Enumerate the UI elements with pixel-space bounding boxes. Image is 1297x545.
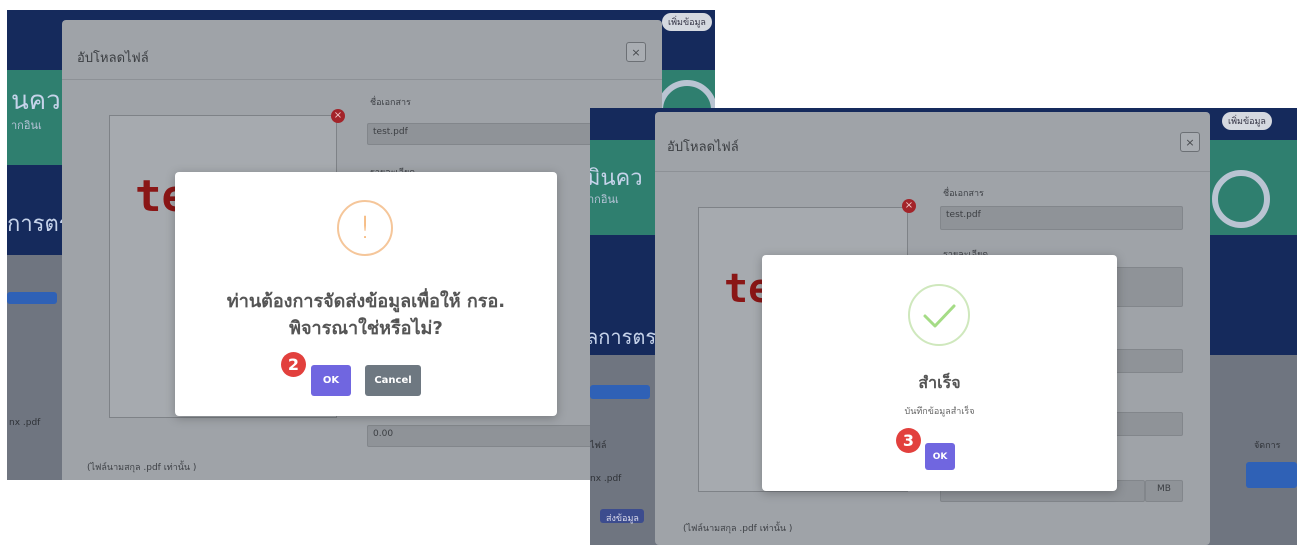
table-side-label: ไฟล์	[590, 441, 607, 451]
upload-modal-header	[62, 20, 662, 80]
remove-file-icon[interactable]: ×	[902, 199, 916, 213]
confirm-dialog: ! ท่านต้องการจัดส่งข้อมูลเพื่อให้ กรอ. พ…	[175, 172, 557, 416]
warning-icon: !	[337, 200, 393, 256]
remove-file-icon[interactable]: ×	[331, 109, 345, 123]
banner-subtitle-fragment: ากอินเ	[590, 193, 619, 206]
filename-input[interactable]: test.pdf	[367, 123, 607, 145]
filename-input[interactable]: test.pdf	[940, 206, 1183, 230]
success-dialog-message: บันทึกข้อมูลสำเร็จ	[904, 407, 975, 417]
ok-button[interactable]: OK	[925, 443, 955, 470]
banner-subtitle-fragment: ากอินเ	[11, 119, 42, 132]
table-row-filename: nx .pdf	[590, 474, 622, 484]
table-action-button[interactable]	[590, 385, 650, 399]
upload-modal-title: อัปโหลดไฟล์	[77, 51, 149, 66]
cancel-button[interactable]: Cancel	[365, 365, 421, 396]
ok-button[interactable]: OK	[311, 365, 351, 396]
step-badge: 2	[281, 352, 306, 377]
filename-label: ชื่อเอกสาร	[943, 189, 984, 199]
send-data-button[interactable]: ส่งข้อมูล	[600, 509, 644, 524]
close-icon[interactable]: ×	[1180, 132, 1200, 152]
screenshot-success-dialog: มินคว ากอินเ ลการตร ไฟล์ nx .pdf ส่งข้อม…	[590, 108, 1297, 545]
confirm-dialog-title: ท่านต้องการจัดส่งข้อมูลเพื่อให้ กรอ. พิจ…	[226, 291, 506, 339]
checkmark-glyph	[923, 304, 956, 328]
section-heading-fragment: ลการตร	[590, 325, 657, 349]
file-size-field: 0.00	[367, 425, 607, 447]
step-badge: 3	[896, 428, 921, 453]
top-add-pill[interactable]: เพิ่มข้อมูล	[662, 13, 712, 31]
add-circle-icon[interactable]	[1212, 170, 1270, 228]
success-dialog-title: สำเร็จ	[918, 373, 961, 392]
file-size-unit: MB	[1145, 480, 1183, 502]
file-type-note: (ไฟล์นามสกุล .pdf เท่านั้น )	[87, 463, 197, 473]
manage-row-button[interactable]	[1246, 462, 1297, 488]
top-add-pill[interactable]: เพิ่มข้อมูล	[1222, 112, 1272, 130]
file-type-note: (ไฟล์นามสกุล .pdf เท่านั้น )	[683, 524, 793, 534]
close-icon[interactable]: ×	[626, 42, 646, 62]
upload-modal-title: อัปโหลดไฟล์	[667, 140, 739, 155]
warning-glyph: !	[358, 210, 372, 246]
manage-column-header: จัดการ	[1254, 441, 1281, 451]
checkmark-icon	[908, 284, 970, 346]
table-row-filename: nx .pdf	[9, 418, 41, 428]
banner-heading-fragment: นคว	[11, 86, 61, 116]
filename-label: ชื่อเอกสาร	[370, 98, 411, 108]
table-action-button[interactable]	[7, 292, 57, 304]
success-dialog: สำเร็จ บันทึกข้อมูลสำเร็จ OK 3	[762, 255, 1117, 491]
